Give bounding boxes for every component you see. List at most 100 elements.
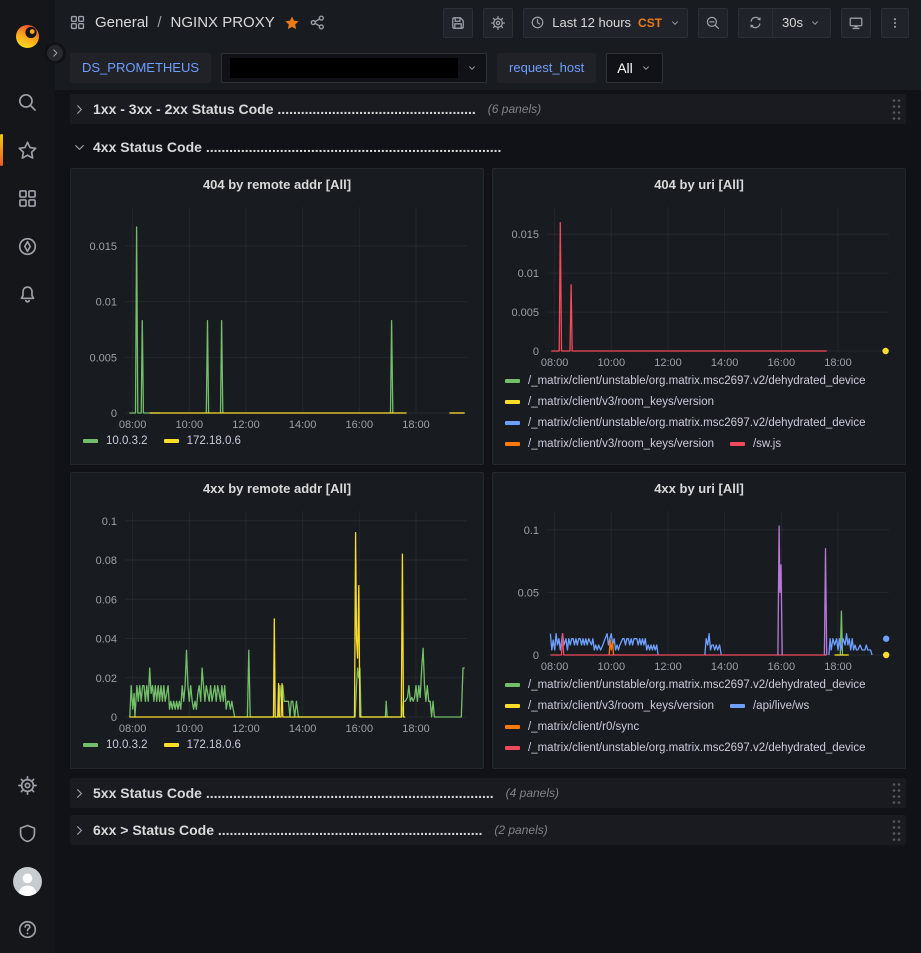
more-menu-button[interactable] (881, 8, 909, 38)
legend-item[interactable]: /_matrix/client/unstable/org.matrix.msc2… (505, 742, 866, 754)
sidebar-item-explore[interactable] (0, 222, 55, 270)
svg-text:0.1: 0.1 (524, 525, 539, 537)
panel-title[interactable]: 4xx by uri [All] (501, 475, 897, 503)
sidebar-item-configuration[interactable] (0, 761, 55, 809)
row-header-6xx[interactable]: 6xx > Status Code ......................… (70, 815, 906, 845)
sidebar-item-search[interactable] (0, 78, 55, 126)
sidebar-expand-button[interactable] (44, 42, 66, 64)
legend-item[interactable]: 172.18.0.6 (164, 739, 241, 751)
svg-text:14:00: 14:00 (711, 661, 739, 673)
gear-icon (17, 775, 38, 796)
legend-label: /_matrix/client/unstable/org.matrix.msc2… (528, 679, 866, 691)
user-avatar[interactable] (0, 857, 55, 905)
legend-label: 172.18.0.6 (187, 435, 241, 447)
save-dashboard-button[interactable] (443, 8, 473, 38)
variable-value-request-host[interactable]: All (606, 53, 663, 83)
row-header-1xx-3xx-2xx[interactable]: 1xx - 3xx - 2xx Status Code ............… (70, 94, 906, 124)
settings-gear-icon (490, 15, 506, 31)
panel-404-by-uri: 404 by uri [All] 08:0010:0012:0014:0016:… (492, 168, 906, 465)
legend-label: /_matrix/client/unstable/org.matrix.msc2… (528, 417, 866, 429)
legend-label: 10.0.3.2 (106, 739, 148, 751)
panel-title[interactable]: 404 by uri [All] (501, 171, 897, 199)
variable-label-ds-prometheus[interactable]: DS_PROMETHEUS (70, 53, 211, 83)
legend-label: 10.0.3.2 (106, 435, 148, 447)
panel-title[interactable]: 404 by remote addr [All] (79, 171, 475, 199)
row-drag-handle[interactable] (891, 781, 902, 806)
legend-item[interactable]: /_matrix/client/v3/room_keys/version (505, 700, 714, 712)
legend-item[interactable]: /_matrix/client/unstable/org.matrix.msc2… (505, 375, 866, 387)
svg-text:10:00: 10:00 (176, 723, 204, 735)
legend-item[interactable]: 10.0.3.2 (83, 739, 148, 751)
svg-text:0.08: 0.08 (96, 555, 117, 567)
timeseries-chart-4xx-uri[interactable]: 08:0010:0012:0014:0016:0018:0000.050.1 (501, 503, 897, 675)
variable-value-ds-prometheus[interactable] (221, 53, 487, 83)
svg-text:14:00: 14:00 (289, 419, 317, 431)
legend-item[interactable]: /_matrix/client/v3/room_keys/version (505, 438, 714, 450)
redacted-value (230, 58, 458, 78)
legend-swatch (730, 704, 745, 708)
panel-grid-row-2: 4xx by remote addr [All] 08:0010:0012:00… (70, 472, 906, 769)
dashboard-settings-button[interactable] (483, 8, 513, 38)
sidebar-item-dashboards[interactable] (0, 174, 55, 222)
refresh-icon (748, 15, 763, 30)
refresh-interval-dropdown[interactable]: 30s (772, 9, 830, 37)
svg-text:08:00: 08:00 (119, 419, 147, 431)
legend-label: /api/live/ws (753, 700, 809, 712)
timeseries-chart-404-uri[interactable]: 08:0010:0012:0014:0016:0018:0000.0050.01… (501, 199, 897, 371)
svg-text:0.01: 0.01 (96, 297, 117, 309)
row-drag-handle[interactable] (891, 97, 902, 122)
row-drag-handle[interactable] (891, 818, 902, 843)
share-icon[interactable] (309, 14, 326, 31)
row-panel-count: (6 panels) (488, 102, 885, 116)
sidebar-item-starred[interactable] (0, 126, 55, 174)
panel-4xx-by-uri: 4xx by uri [All] 08:0010:0012:0014:0016:… (492, 472, 906, 769)
chevron-right-icon (50, 48, 60, 58)
legend-item[interactable]: /_matrix/client/unstable/org.matrix.msc2… (505, 417, 866, 429)
sidebar-item-alerting[interactable] (0, 270, 55, 318)
zoom-out-button[interactable] (698, 8, 728, 38)
refresh-button[interactable] (739, 9, 772, 37)
row-panel-count: (2 panels) (494, 823, 885, 837)
timeseries-chart-4xx-remote-addr[interactable]: 08:0010:0012:0014:0016:0018:0000.020.040… (79, 503, 475, 737)
legend-swatch (505, 442, 520, 446)
zoom-out-icon (705, 15, 721, 31)
legend-item[interactable]: /sw.js (730, 438, 781, 450)
row-header-5xx[interactable]: 5xx Status Code ........................… (70, 778, 906, 808)
legend-item[interactable]: /_matrix/client/r0/sync (505, 721, 639, 733)
panel-title[interactable]: 4xx by remote addr [All] (79, 475, 475, 503)
caret-down-icon (466, 62, 478, 74)
navbar-actions: Last 12 hours CST (443, 8, 909, 38)
sidebar-item-help[interactable] (0, 905, 55, 953)
time-range-picker[interactable]: Last 12 hours CST (523, 8, 688, 38)
svg-text:18:00: 18:00 (402, 723, 430, 735)
row-header-4xx[interactable]: 4xx Status Code ........................… (70, 132, 906, 162)
svg-text:16:00: 16:00 (768, 357, 796, 369)
svg-text:0.05: 0.05 (518, 587, 539, 599)
legend-label: /sw.js (753, 438, 781, 450)
legend-item[interactable]: /api/live/ws (730, 700, 809, 712)
legend-item[interactable]: /_matrix/client/v3/room_keys/version (505, 396, 714, 408)
legend-item[interactable]: 10.0.3.2 (83, 435, 148, 447)
favorite-star-icon[interactable] (284, 15, 300, 31)
legend-swatch (730, 442, 745, 446)
tv-mode-button[interactable] (841, 8, 871, 38)
page-title[interactable]: NGINX PROXY (171, 14, 275, 31)
legend-swatch (505, 725, 520, 729)
legend-label: 172.18.0.6 (187, 739, 241, 751)
row-title: 1xx - 3xx - 2xx Status Code ............… (93, 101, 476, 117)
chevron-right-icon (72, 823, 87, 838)
legend-swatch (505, 379, 520, 383)
timeseries-chart-404-remote-addr[interactable]: 08:0010:0012:0014:0016:0018:0000.0050.01… (79, 199, 475, 433)
clock-icon (530, 15, 545, 30)
svg-text:16:00: 16:00 (346, 723, 374, 735)
breadcrumb-section[interactable]: General (95, 14, 148, 31)
variable-label-request-host[interactable]: request_host (497, 53, 596, 83)
sidebar-item-server-admin[interactable] (0, 809, 55, 857)
legend-item[interactable]: /_matrix/client/unstable/org.matrix.msc2… (505, 679, 866, 691)
explore-compass-icon (17, 236, 38, 257)
star-icon (17, 140, 38, 161)
legend-item[interactable]: 172.18.0.6 (164, 435, 241, 447)
legend-swatch (83, 743, 98, 747)
breadcrumb: General / NGINX PROXY (69, 14, 443, 31)
legend-swatch (505, 704, 520, 708)
